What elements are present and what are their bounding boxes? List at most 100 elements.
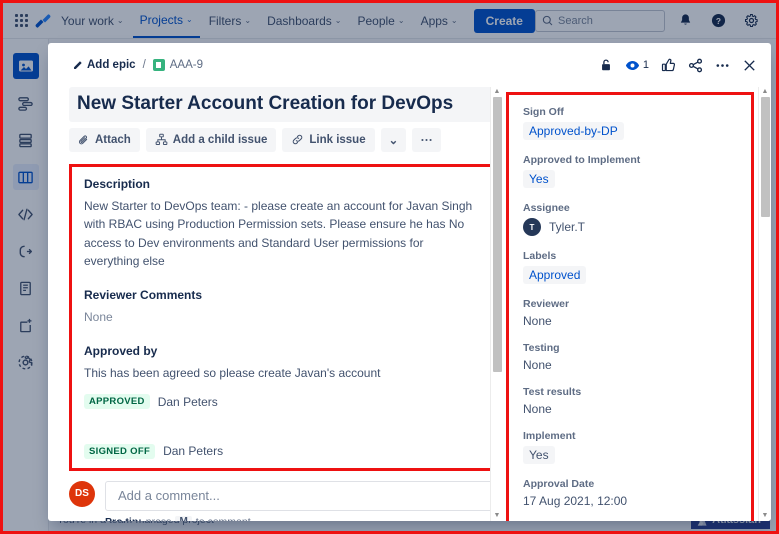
status-badge-approved: APPROVED — [84, 394, 150, 410]
nav-label: Your work — [61, 13, 114, 28]
sidebar-item-board[interactable] — [12, 164, 39, 190]
apps-grid-icon[interactable] — [11, 8, 32, 34]
nav-item-dashboards[interactable]: Dashboards ⌄ — [260, 4, 348, 38]
description-heading: Description — [84, 176, 151, 191]
backlog-icon — [19, 133, 32, 147]
paperclip-icon — [79, 135, 88, 144]
field-value[interactable]: None — [523, 402, 737, 416]
sidebar-item-add[interactable] — [13, 312, 39, 338]
field-value: Tyler.T — [549, 220, 586, 234]
field-value[interactable]: Approved — [523, 266, 587, 284]
add-comment-row: DS Add a comment... — [69, 480, 503, 511]
scroll-track[interactable] — [759, 97, 771, 511]
issue-details-column: Sign Off Approved-by-DP Approved to Impl… — [503, 87, 771, 521]
action-more-button[interactable] — [412, 127, 442, 152]
gear-icon[interactable] — [738, 8, 764, 34]
svg-text:?: ? — [715, 16, 720, 26]
sidebar-item-project-avatar[interactable] — [12, 53, 39, 79]
link-issue-label: Link issue — [309, 133, 366, 146]
comment-input[interactable]: Add a comment... — [105, 480, 497, 511]
watch-issue-button[interactable]: 1 — [625, 58, 649, 73]
nav-label: Apps — [420, 13, 448, 28]
link-issue-button[interactable]: Link issue — [282, 127, 375, 152]
releases-icon — [19, 245, 33, 257]
issue-action-toolbar: Attach Add a child issue Link issue ⌄ — [69, 127, 503, 152]
page-title[interactable]: New Starter Account Creation for DevOps — [69, 87, 499, 122]
nav-item-apps[interactable]: Apps ⌄ — [414, 4, 465, 38]
sidebar-item-pages[interactable] — [13, 275, 39, 301]
modal-header-actions: 1 — [599, 58, 757, 73]
create-button[interactable]: Create — [473, 8, 535, 33]
nav-item-people[interactable]: People ⌄ — [350, 4, 411, 38]
scroll-track[interactable] — [491, 97, 503, 511]
field-label: Assignee — [523, 202, 570, 214]
scroll-down-icon[interactable]: ▼ — [494, 511, 501, 521]
sidebar-item-backlog[interactable] — [13, 127, 39, 153]
thumbs-up-icon[interactable] — [661, 58, 676, 73]
right-column-scrollbar[interactable]: ▲ ▼ — [758, 87, 771, 521]
reviewer-comments-heading: Reviewer Comments — [84, 288, 203, 303]
field-value[interactable]: 17 Aug 2021, 12:00 — [523, 494, 737, 508]
help-circle-icon[interactable]: ? — [705, 8, 731, 34]
pro-tip-prefix: Pro tip: — [105, 516, 142, 521]
add-child-issue-button[interactable]: Add a child issue — [145, 127, 277, 152]
nav-label: Projects — [139, 12, 183, 27]
nav-item-filters[interactable]: Filters ⌄ — [202, 4, 258, 38]
approved-by-heading: Approved by — [84, 343, 158, 358]
sidebar-item-roadmap[interactable] — [13, 90, 39, 116]
field-value[interactable]: Approved-by-DP — [523, 122, 624, 140]
search-icon — [542, 15, 553, 26]
sidebar-item-code[interactable] — [13, 201, 39, 227]
scroll-thumb[interactable] — [493, 97, 502, 372]
gear-icon — [18, 354, 33, 370]
bell-icon[interactable] — [672, 8, 698, 34]
scroll-up-icon[interactable]: ▲ — [494, 87, 501, 97]
child-issue-icon — [155, 133, 168, 146]
field-value[interactable]: None — [523, 314, 737, 328]
modal-header: Add epic / AAA-9 1 — [48, 43, 771, 87]
field-approval-date: Approval Date 17 Aug 2021, 12:00 — [523, 478, 737, 508]
top-nav-right-actions: Search ? — [535, 8, 768, 34]
field-value[interactable]: Yes — [523, 446, 555, 464]
issue-detail-modal: Add epic / AAA-9 1 New Starter Account C… — [48, 43, 771, 521]
share-icon[interactable] — [688, 58, 703, 73]
scroll-thumb[interactable] — [761, 97, 770, 217]
field-label: Testing — [523, 342, 560, 354]
sidebar-item-project-settings[interactable] — [13, 349, 39, 375]
nav-item-your-work[interactable]: Your work ⌄ — [54, 4, 131, 38]
sidebar-item-releases[interactable] — [13, 238, 39, 264]
field-value[interactable]: Yes — [523, 170, 555, 188]
approved-by-body[interactable]: This has been agreed so please create Ja… — [84, 364, 482, 383]
add-epic-button[interactable]: Add epic — [72, 59, 136, 71]
board-icon — [18, 171, 33, 183]
approved-by-person: Dan Peters — [157, 394, 218, 409]
scroll-up-icon[interactable]: ▲ — [762, 87, 769, 97]
pro-tip-mid: press — [146, 516, 172, 521]
assignee-value[interactable]: T Tyler.T — [523, 218, 737, 236]
issue-key-label: AAA-9 — [169, 59, 204, 71]
description-body[interactable]: New Starter to DevOps team: - please cre… — [84, 197, 482, 271]
search-input[interactable]: Search — [535, 9, 665, 32]
lock-icon[interactable] — [599, 58, 613, 72]
add-epic-label: Add epic — [87, 59, 136, 71]
jira-logo-icon[interactable] — [32, 8, 53, 34]
attach-button[interactable]: Attach — [69, 127, 140, 152]
field-value[interactable]: None — [523, 358, 737, 372]
breadcrumb-issue-key[interactable]: AAA-9 — [152, 59, 204, 71]
nav-item-projects[interactable]: Projects ⌄ — [132, 4, 200, 38]
chevron-down-icon: ⌄ — [185, 14, 193, 24]
field-label: Reviewer — [523, 298, 570, 310]
attach-label: Attach — [95, 133, 131, 146]
field-label: Sign Off — [523, 106, 564, 118]
pencil-icon — [74, 60, 82, 69]
description-annotation-box: Description New Starter to DevOps team: … — [69, 163, 497, 471]
breadcrumb-separator: / — [142, 59, 146, 71]
avatar[interactable]: DS — [69, 480, 95, 507]
reviewer-comments-value[interactable]: None — [84, 308, 482, 327]
more-horizontal-icon[interactable] — [715, 58, 730, 73]
left-column-scrollbar[interactable]: ▲ ▼ — [490, 87, 503, 521]
field-test-results: Test results None — [523, 386, 737, 416]
scroll-down-icon[interactable]: ▼ — [762, 511, 769, 521]
action-dropdown-button[interactable]: ⌄ — [380, 127, 407, 152]
close-icon[interactable] — [742, 58, 757, 73]
